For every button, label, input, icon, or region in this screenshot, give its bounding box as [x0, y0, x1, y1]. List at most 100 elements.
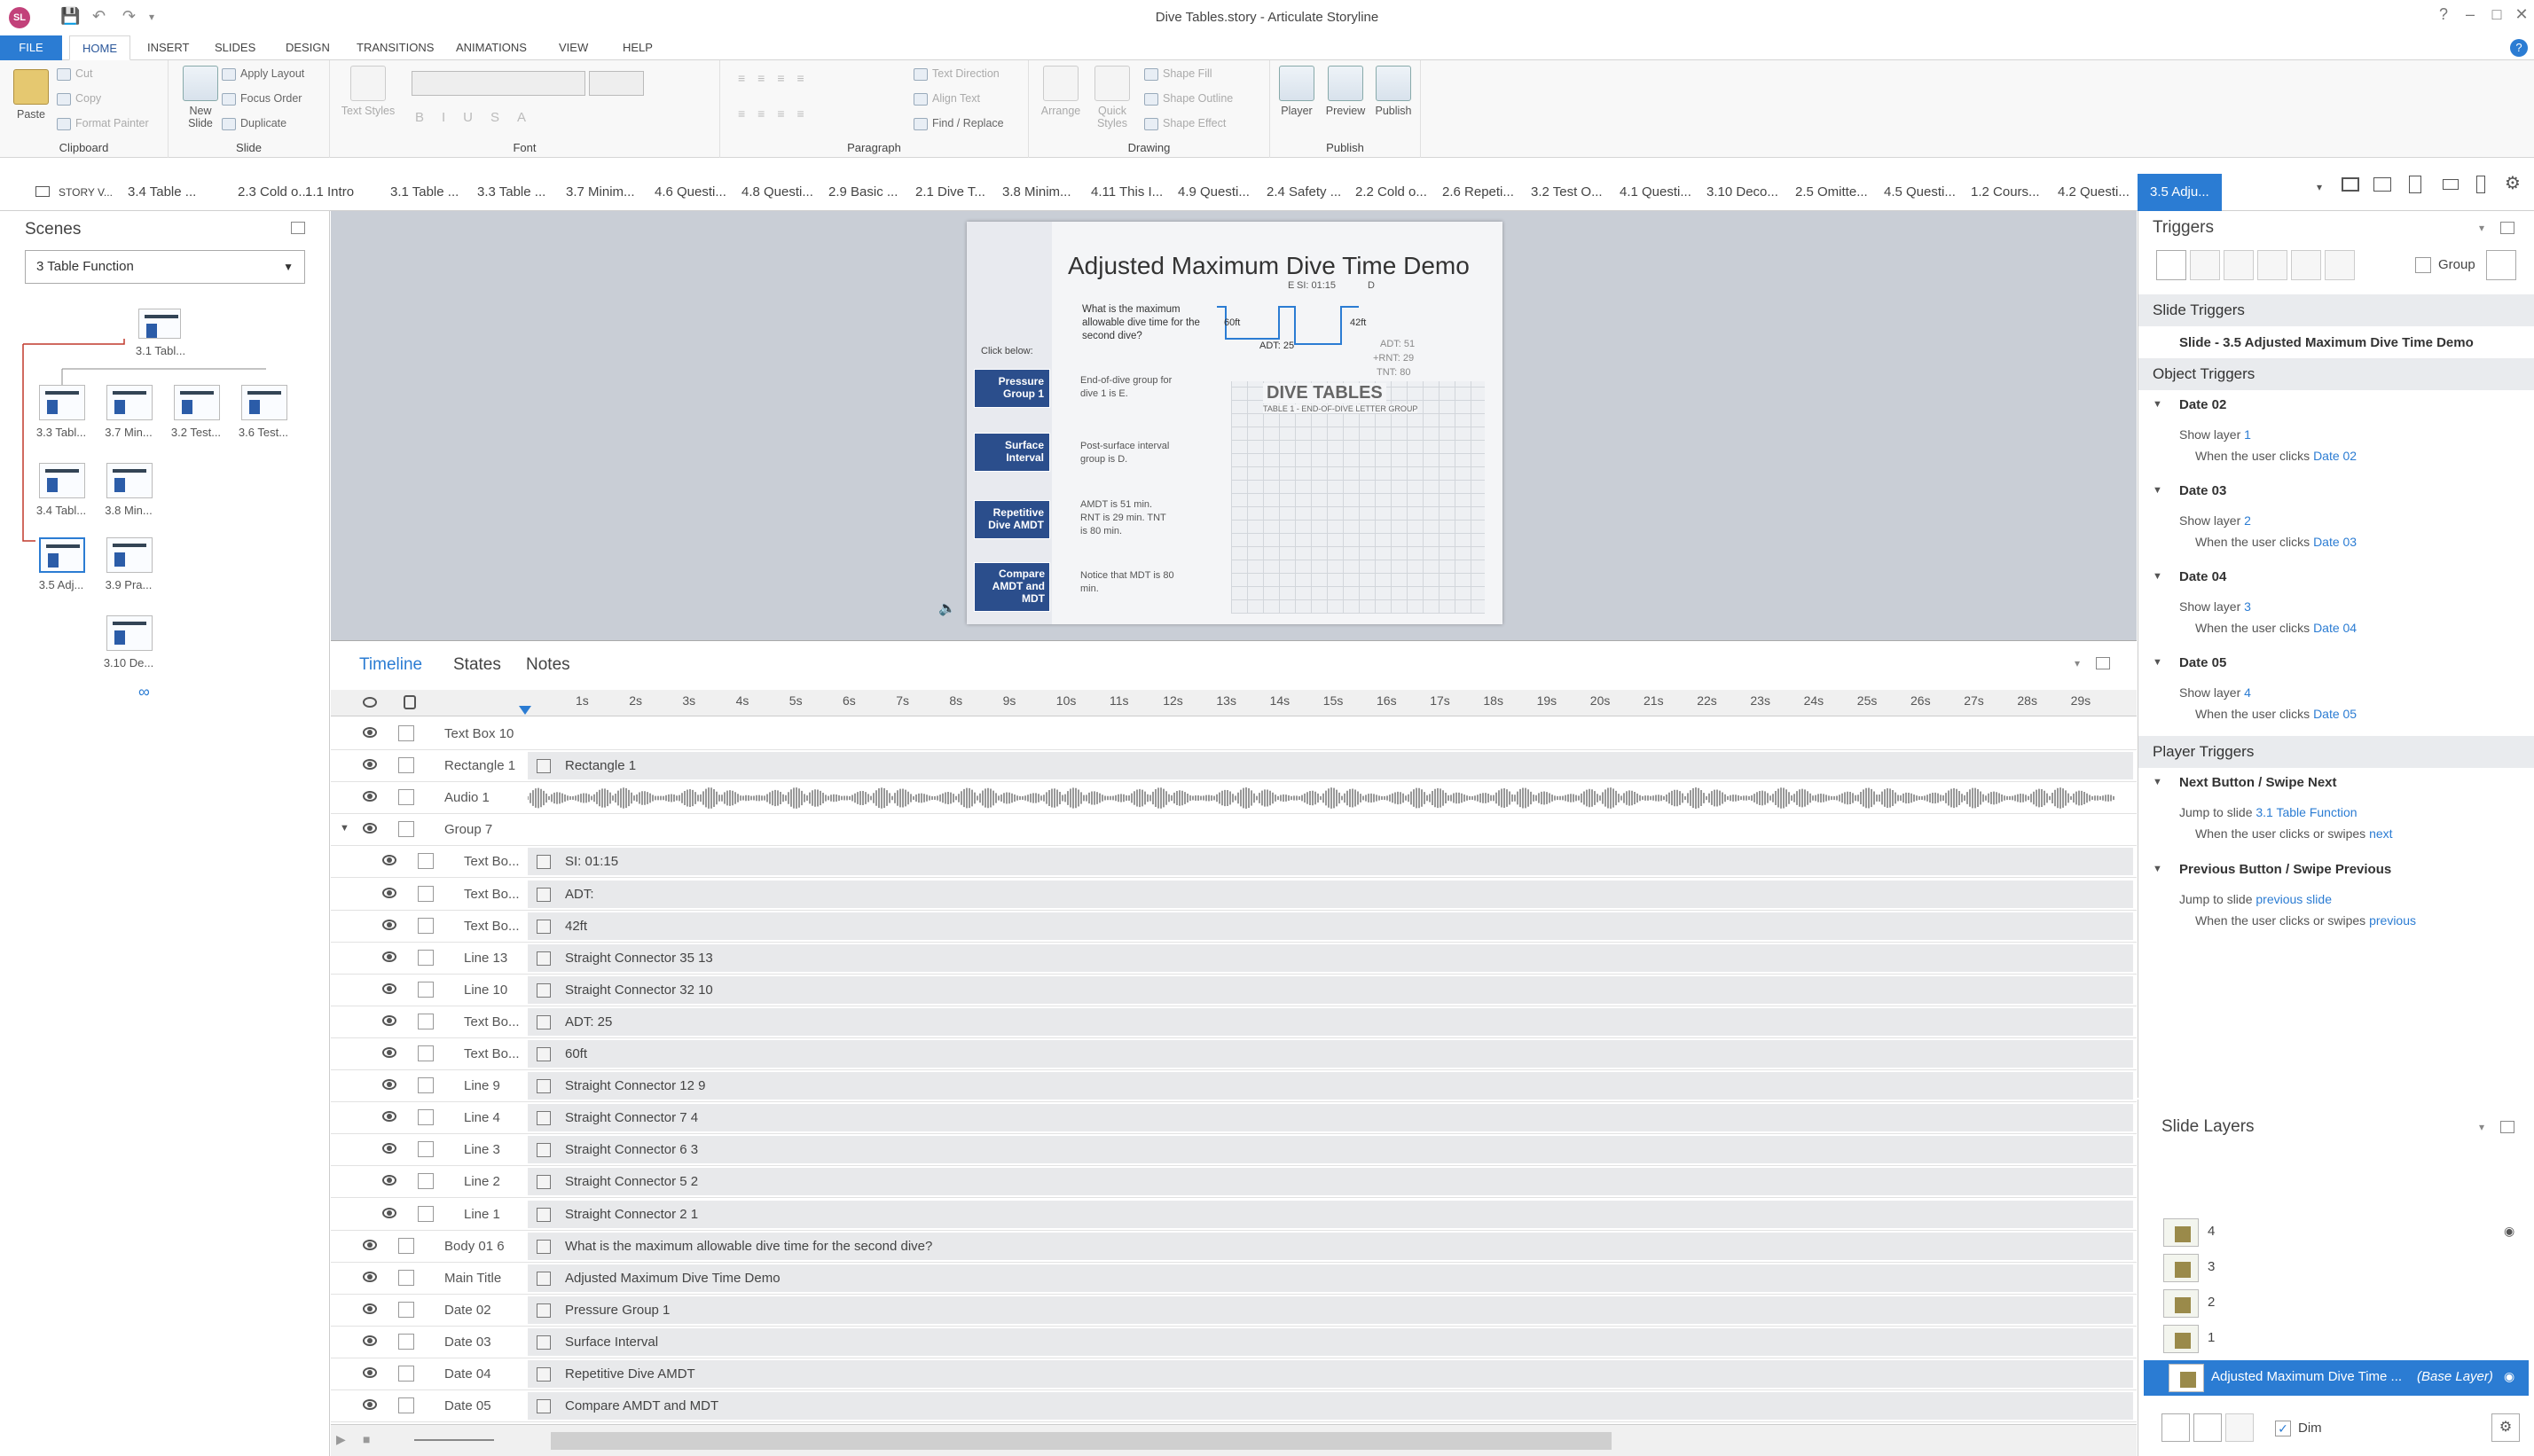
scene-slide-thumb[interactable]	[39, 463, 85, 498]
playhead[interactable]	[519, 706, 531, 715]
lock-checkbox[interactable]	[398, 725, 414, 741]
panel-restore-icon[interactable]	[2500, 1121, 2514, 1133]
timeline-row[interactable]: Line 1 Straight Connector 2 1	[331, 1199, 2137, 1231]
timeline-bar[interactable]: ADT:	[528, 880, 2133, 908]
wide-view-icon[interactable]	[2373, 177, 2391, 192]
layer-row[interactable]: 1	[2138, 1321, 2534, 1357]
focus-order-button[interactable]: Focus Order	[222, 92, 302, 106]
tab-design[interactable]: DESIGN	[273, 35, 342, 60]
slide-tab[interactable]: 2.1 Dive T...	[915, 174, 985, 211]
trigger-condition[interactable]: When the user clicks Date 04	[2195, 621, 2357, 635]
timeline-bar[interactable]: 60ft	[528, 1040, 2133, 1068]
timeline-bar[interactable]: Straight Connector 2 1	[528, 1200, 2133, 1228]
lock-checkbox[interactable]	[418, 1013, 434, 1029]
timeline-bar[interactable]: What is the maximum allowable dive time …	[528, 1232, 2133, 1260]
lock-checkbox[interactable]	[398, 757, 414, 774]
compare-button[interactable]: Compare AMDT and MDT	[974, 562, 1050, 612]
find-replace-button[interactable]: Find / Replace	[914, 117, 1004, 130]
slide-tab[interactable]: 4.6 Questi...	[655, 174, 726, 211]
slide-stage[interactable]: Adjusted Maximum Dive Time Demo What is …	[967, 222, 1502, 624]
eye-icon[interactable]	[363, 1239, 377, 1250]
lock-checkbox[interactable]	[418, 917, 434, 934]
timeline-row[interactable]: Line 13 Straight Connector 35 13	[331, 943, 2137, 975]
trigger-action[interactable]: Jump to slide 3.1 Table Function	[2179, 805, 2357, 819]
lock-checkbox[interactable]	[418, 1141, 434, 1158]
zoom-slider[interactable]	[414, 1439, 494, 1441]
scroll-thumb[interactable]	[551, 1432, 1612, 1450]
eye-icon[interactable]: ◉	[2504, 1369, 2514, 1384]
duplicate-layer-icon[interactable]	[2193, 1413, 2222, 1442]
duplicate-button[interactable]: Duplicate	[222, 117, 286, 130]
timeline-bar[interactable]: Rectangle 1	[528, 752, 2133, 780]
trigger-condition[interactable]: When the user clicks Date 05	[2195, 707, 2357, 721]
trigger-target-link[interactable]: 2	[2244, 513, 2251, 528]
scene-slide-thumb[interactable]	[106, 615, 153, 651]
timeline-row[interactable]: Text Bo... ADT: 25	[331, 1006, 2137, 1038]
tab-timeline[interactable]: Timeline	[359, 655, 422, 675]
trigger-action[interactable]: Jump to slide previous slide	[2179, 892, 2332, 906]
slide-tab[interactable]: 2.6 Repeti...	[1442, 174, 1514, 211]
panel-menu-icon[interactable]: ▾	[2479, 222, 2484, 234]
portrait-view-icon[interactable]	[2409, 176, 2421, 193]
tab-animations[interactable]: ANIMATIONS	[443, 35, 539, 60]
trigger-condition[interactable]: When the user clicks Date 02	[2195, 449, 2357, 463]
trigger-target-link[interactable]: 3	[2244, 599, 2251, 614]
eye-icon[interactable]	[363, 1367, 377, 1378]
timeline-bar[interactable]	[528, 720, 2133, 748]
eye-icon[interactable]	[382, 982, 396, 994]
cut-button[interactable]: Cut	[57, 67, 92, 81]
lock-checkbox[interactable]	[398, 1366, 414, 1382]
lock-checkbox[interactable]	[398, 1237, 414, 1254]
timeline-row[interactable]: Date 04 Repetitive Dive AMDT	[331, 1358, 2137, 1390]
scene-slide-thumb[interactable]	[106, 463, 153, 498]
timeline-bar[interactable]	[528, 784, 2133, 812]
timeline-bar[interactable]: Straight Connector 32 10	[528, 975, 2133, 1004]
trigger-condition[interactable]: When the user clicks Date 03	[2195, 535, 2357, 549]
eye-icon[interactable]: ◉	[2504, 1224, 2514, 1239]
timeline-row[interactable]: Main Title Adjusted Maximum Dive Time Dem…	[331, 1263, 2137, 1295]
shape-outline-button[interactable]: Shape Outline	[1144, 92, 1233, 106]
base-layer-row[interactable]: Adjusted Maximum Dive Time ... (Base Lay…	[2144, 1360, 2529, 1396]
trigger-object-name[interactable]: Date 02	[2179, 397, 2226, 412]
scene-slide-thumb-selected[interactable]	[39, 537, 85, 573]
trigger-target-link[interactable]: 3.1 Table Function	[2255, 805, 2357, 819]
slide-tab[interactable]: 3.8 Minim...	[1002, 174, 1071, 211]
trigger-object-name[interactable]: Date 03	[2179, 483, 2226, 498]
timeline-row[interactable]: Line 2 Straight Connector 5 2	[331, 1166, 2137, 1199]
trigger-action[interactable]: Show layer 1	[2179, 427, 2251, 442]
speaker-icon[interactable]: 🔈	[938, 599, 956, 617]
eye-icon[interactable]	[382, 1175, 396, 1186]
tab-slides[interactable]: SLIDES	[202, 35, 268, 60]
chevron-down-icon[interactable]: ▼	[2153, 485, 2162, 496]
timeline-row[interactable]: ▼ Group 7	[331, 814, 2137, 847]
dim-checkbox[interactable]: ✓	[2275, 1421, 2291, 1436]
lock-checkbox[interactable]	[418, 1205, 434, 1222]
trigger-object-link[interactable]: Date 02	[2313, 449, 2357, 463]
panel-restore-icon[interactable]	[2096, 657, 2110, 669]
eye-icon[interactable]	[382, 1079, 396, 1091]
timeline-bar[interactable]: Compare AMDT and MDT	[528, 1392, 2133, 1421]
panel-restore-icon[interactable]	[2500, 222, 2514, 234]
preview-button[interactable]: Preview	[1322, 66, 1369, 117]
align-text-button[interactable]: Align Text	[914, 92, 980, 106]
timeline-bar[interactable]: Straight Connector 5 2	[528, 1168, 2133, 1196]
align-buttons[interactable]: ≡≡≡≡	[738, 106, 817, 121]
eye-icon[interactable]	[363, 1271, 377, 1282]
timeline-row[interactable]: Text Bo... SI: 01:15	[331, 846, 2137, 879]
chevron-down-icon[interactable]: ▼	[2153, 864, 2162, 874]
lock-checkbox[interactable]	[398, 821, 414, 838]
timeline-row[interactable]: Text Box 10	[331, 718, 2137, 750]
trigger-action[interactable]: Show layer 4	[2179, 685, 2251, 700]
trigger-target-link[interactable]: 4	[2244, 685, 2251, 700]
eye-icon[interactable]	[382, 1047, 396, 1058]
slide-tab[interactable]: 2.9 Basic ...	[828, 174, 898, 211]
maximize-button[interactable]: □	[2483, 5, 2510, 24]
list-buttons[interactable]: ≡≡≡≡	[738, 71, 817, 85]
chevron-down-icon[interactable]: ▼	[2153, 657, 2162, 668]
lock-checkbox[interactable]	[418, 1045, 434, 1061]
lock-checkbox[interactable]	[398, 1333, 414, 1350]
timeline-row[interactable]: Date 03 Surface Interval	[331, 1327, 2137, 1358]
eye-icon[interactable]	[363, 791, 377, 802]
tab-transitions[interactable]: TRANSITIONS	[344, 35, 446, 60]
slide-tab[interactable]: 3.2 Test O...	[1531, 174, 1603, 211]
